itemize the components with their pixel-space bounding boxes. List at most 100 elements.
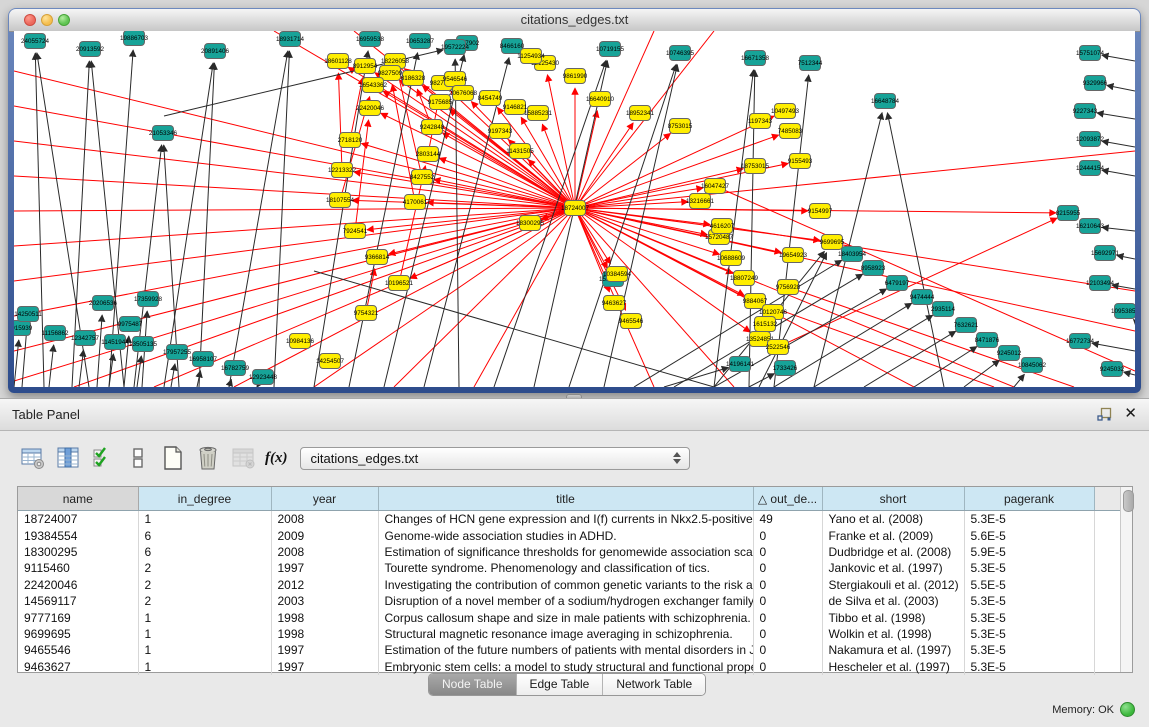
graph-edge[interactable] <box>575 208 1135 331</box>
graph-edge[interactable] <box>164 63 213 387</box>
graph-node[interactable]: 15885231 <box>524 106 553 121</box>
graph-node[interactable]: 10384594 <box>603 267 632 282</box>
graph-node[interactable]: 1615132 <box>753 317 778 332</box>
graph-node[interactable]: 17359928 <box>134 292 163 307</box>
graph-node[interactable]: 18931714 <box>276 32 305 47</box>
graph-node[interactable]: 2718120 <box>338 133 363 148</box>
graph-node[interactable]: 16047427 <box>701 179 730 194</box>
table-row[interactable]: 1456911722003Disruption of a novel membe… <box>18 593 1120 609</box>
table-row[interactable]: 1830029562008Estimation of significance … <box>18 544 1120 560</box>
graph-node[interactable]: 2522546 <box>766 340 791 355</box>
zoom-button[interactable] <box>58 14 70 26</box>
graph-edge[interactable] <box>575 208 611 264</box>
graph-node[interactable]: 18403954 <box>838 247 867 262</box>
graph-node[interactable]: 9861990 <box>563 69 588 84</box>
graph-node[interactable]: 8186328 <box>401 71 426 86</box>
graph-edge[interactable] <box>338 73 342 170</box>
graph-edge[interactable] <box>14 208 575 246</box>
graph-node[interactable]: 1197343 <box>748 114 773 129</box>
graph-node[interactable]: 14196141 <box>726 357 755 372</box>
graph-node[interactable]: 2935114 <box>931 302 956 317</box>
graph-node[interactable]: 13216661 <box>686 194 715 209</box>
graph-edge[interactable] <box>14 208 575 211</box>
graph-edge[interactable] <box>778 218 1057 347</box>
graph-node[interactable]: 11254934 <box>517 49 545 64</box>
graph-node[interactable]: 13505135 <box>129 337 158 352</box>
graph-edge[interactable] <box>714 289 887 387</box>
graph-edge[interactable] <box>314 271 714 387</box>
graph-node[interactable]: 12923448 <box>249 370 278 385</box>
graph-edge[interactable] <box>171 364 175 387</box>
graph-node[interactable]: 19654923 <box>779 248 808 263</box>
close-button[interactable] <box>24 14 36 26</box>
graph-node[interactable]: 9474444 <box>910 290 935 305</box>
window-titlebar[interactable]: citations_edges.txt <box>9 9 1140 32</box>
graph-node[interactable]: 9329966 <box>1083 76 1108 91</box>
graph-node[interactable]: 9366814 <box>365 250 390 265</box>
graph-node[interactable]: 9463627 <box>602 296 627 311</box>
graph-node[interactable]: 9154997 <box>808 204 833 219</box>
table-row[interactable]: 2242004622012Investigating the contribut… <box>18 577 1120 593</box>
graph-edge[interactable] <box>814 315 933 387</box>
graph-edge[interactable] <box>547 75 575 208</box>
graph-node[interactable]: 16782759 <box>221 361 250 376</box>
graph-node[interactable]: 20206536 <box>89 296 118 311</box>
table-row[interactable]: 946554611997Estimation of the future num… <box>18 642 1120 658</box>
graph-edge[interactable] <box>575 208 1014 387</box>
graph-node[interactable]: 16958107 <box>189 352 218 367</box>
graph-edge[interactable] <box>199 63 214 387</box>
graph-node[interactable]: 16772734 <box>1066 334 1095 349</box>
graph-node[interactable]: 7924541 <box>343 224 368 239</box>
graph-node[interactable]: 12103494 <box>1086 276 1115 291</box>
graph-edge[interactable] <box>137 356 141 387</box>
graph-node[interactable]: 9754321 <box>354 306 379 321</box>
graph-node[interactable]: 16210643 <box>1076 219 1105 234</box>
graph-edge[interactable] <box>1102 55 1135 61</box>
graph-node[interactable]: 10984136 <box>286 334 315 349</box>
graph-node[interactable]: 9546546 <box>443 72 468 87</box>
graph-node[interactable]: 18724007 <box>561 201 590 216</box>
graph-edge[interactable] <box>1102 141 1135 147</box>
graph-edge[interactable] <box>1133 319 1135 321</box>
table-row[interactable]: 969969511998Structural magnetic resonanc… <box>18 626 1120 642</box>
graph-node[interactable]: 16671358 <box>741 51 770 66</box>
tab-network-table[interactable]: Network Table <box>602 674 705 695</box>
graph-node[interactable]: 9699695 <box>820 235 845 250</box>
close-panel-icon[interactable]: ✕ <box>1124 406 1137 422</box>
graph-edge[interactable] <box>381 113 575 208</box>
graph-node[interactable]: 8471876 <box>975 333 1000 348</box>
citation-network-graph[interactable]: 2405572420913592198867032089140618931714… <box>14 31 1135 387</box>
tab-node-table[interactable]: Node Table <box>429 674 516 695</box>
graph-node[interactable]: 18952341 <box>626 106 655 121</box>
graph-node[interactable]: 20676068 <box>449 86 478 101</box>
graph-node[interactable]: 9975487 <box>118 317 143 332</box>
graph-edge[interactable] <box>97 315 102 387</box>
graph-node[interactable]: 15751074 <box>1076 46 1105 61</box>
graph-edge[interactable] <box>14 208 575 351</box>
graph-node[interactable]: 7512344 <box>798 56 823 71</box>
graph-node[interactable]: 16543362 <box>359 78 388 93</box>
graph-node[interactable]: 8454749 <box>478 91 503 106</box>
column-header-out_degree[interactable]: △ out_de... <box>753 487 822 511</box>
graph-node[interactable]: 20891406 <box>201 44 230 59</box>
table-row[interactable]: 977716911998Corpus callosum shape and si… <box>18 609 1120 625</box>
select-columns-icon[interactable] <box>90 445 116 471</box>
graph-edge[interactable] <box>1107 85 1135 91</box>
graph-edge[interactable] <box>575 151 1135 208</box>
minimize-button[interactable] <box>41 14 53 26</box>
function-builder-icon[interactable]: f(x) <box>265 450 288 467</box>
column-header-in_degree[interactable]: in_degree <box>138 487 271 511</box>
delete-table-icon[interactable] <box>195 445 221 471</box>
graph-node[interactable]: 9155493 <box>788 154 813 169</box>
graph-node[interactable]: 2803144 <box>416 147 441 162</box>
graph-node[interactable]: 8427552 <box>410 170 435 185</box>
graph-node[interactable]: 10746395 <box>666 46 695 61</box>
graph-node[interactable]: 18753015 <box>741 159 770 174</box>
graph-node[interactable]: 10845062 <box>1018 358 1047 373</box>
graph-edge[interactable] <box>274 51 289 387</box>
row-height-icon[interactable] <box>125 445 151 471</box>
graph-node[interactable]: 7632621 <box>954 318 979 333</box>
graph-node[interactable]: 18300295 <box>516 216 545 231</box>
table-row[interactable]: 1872400712008Changes of HCN gene express… <box>18 511 1120 528</box>
graph-edge[interactable] <box>749 374 774 387</box>
